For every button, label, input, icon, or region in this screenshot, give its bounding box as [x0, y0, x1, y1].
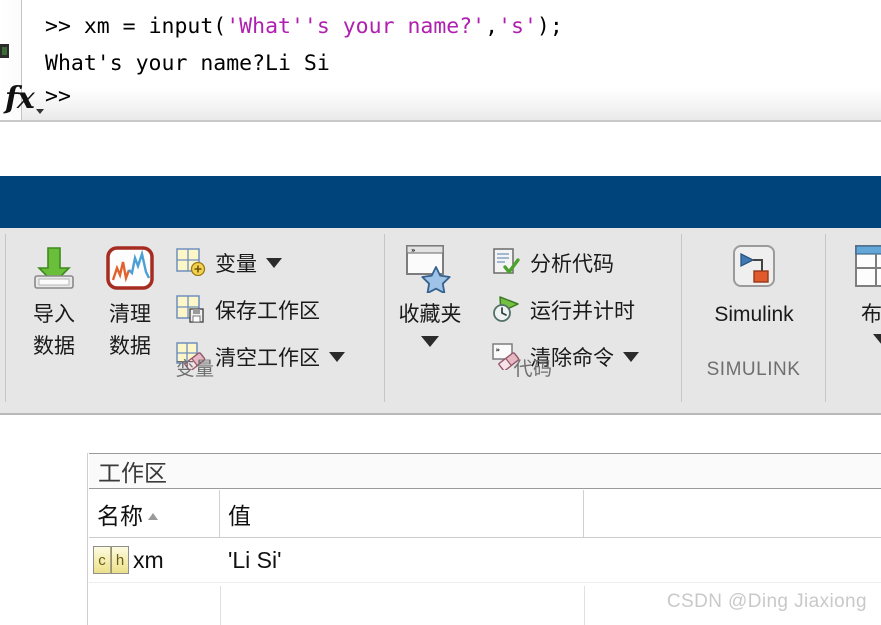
clean-data-button[interactable]: 清理 数据: [93, 238, 167, 362]
matlab-window: >> xm = input('What''s your name?','s');…: [0, 0, 881, 625]
chevron-down-icon[interactable]: [266, 258, 282, 268]
column-header-name[interactable]: 名称: [89, 490, 220, 538]
svg-text:»: »: [496, 346, 501, 354]
table-row[interactable]: c h xm 'Li Si': [89, 538, 881, 625]
favorites-icon: »: [393, 238, 467, 298]
ribbon-group-variable: 导入 数据 清理 数据 变量 保存工作区 清空工作区 变量: [6, 232, 384, 384]
analyze-code-item[interactable]: 分析代码: [491, 243, 614, 283]
save-workspace-item[interactable]: 保存工作区: [176, 290, 320, 330]
left-panel-body: [0, 453, 88, 625]
command-text-plain-1: xm = input(: [83, 14, 227, 39]
command-line-output: What's your name?Li Si: [45, 51, 330, 76]
variable-name-label: xm: [133, 546, 164, 573]
clean-data-icon: [93, 238, 167, 298]
gutter-marker-icon: [0, 44, 9, 58]
command-string-literal-1: 'What''s your name?': [226, 14, 486, 39]
watermark-text: CSDN @Ding Jiaxiong: [666, 591, 867, 612]
title-band: [0, 176, 881, 228]
layout-button[interactable]: 布局: [846, 238, 881, 345]
simulink-button[interactable]: Simulink: [704, 238, 804, 330]
cell-variable-value: 'Li Si': [228, 538, 584, 582]
command-text-plain-2: ,: [485, 14, 499, 39]
chevron-down-icon: [36, 109, 44, 114]
favorites-label: 收藏夹: [398, 303, 462, 326]
workspace-title-bar[interactable]: 工作区: [89, 453, 881, 489]
cell-variable-name: c h xm: [93, 538, 220, 582]
workspace-table-header-row: 名称 值: [89, 490, 881, 538]
variable-value-label: 'Li Si': [228, 546, 282, 573]
ribbon-group-label-simulink: SIMULINK: [706, 359, 801, 380]
workspace-area: 工作区 名称 值 c h xm 'Li Si' CSDN @Ding Jiaxi…: [0, 415, 881, 625]
command-window[interactable]: >> xm = input('What''s your name?','s');…: [0, 0, 881, 122]
ribbon-group-label-code: 代码: [513, 359, 553, 380]
layout-label: 布局: [861, 303, 881, 326]
ribbon-group-label-variable: 变量: [175, 359, 215, 380]
char-type-icon-h: h: [111, 546, 129, 574]
clean-data-label-line1: 清理: [109, 303, 151, 326]
favorites-button[interactable]: » 收藏夹: [393, 238, 467, 347]
row-divider-1: [220, 586, 221, 625]
table-row-underline: [89, 582, 881, 583]
new-variable-item[interactable]: 变量: [176, 243, 282, 283]
column-header-empty[interactable]: [584, 490, 881, 538]
command-input-prompt[interactable]: >>: [45, 84, 71, 109]
char-type-icon: c h: [93, 546, 129, 574]
svg-text:»: »: [411, 247, 416, 255]
command-prompt-symbol: >>: [45, 14, 84, 39]
ribbon-group-code: » 收藏夹 分析代码 运行并计时 » 清除命令 代码: [385, 232, 681, 384]
new-variable-label: 变量: [215, 253, 257, 276]
ribbon-group-simulink: Simulink SIMULINK: [682, 232, 825, 384]
workspace-title-label: 工作区: [98, 460, 167, 486]
save-workspace-icon: [176, 295, 208, 325]
column-header-name-label: 名称: [97, 503, 143, 529]
white-gap-region: [0, 122, 881, 176]
sort-ascending-icon: [148, 512, 158, 520]
run-and-time-item[interactable]: 运行并计时: [491, 290, 635, 330]
layout-icon: [846, 238, 881, 298]
chevron-down-icon[interactable]: [873, 334, 881, 345]
analyze-code-icon: [491, 248, 523, 278]
import-data-label-line1: 导入: [33, 303, 75, 326]
function-browser-button[interactable]: fx: [2, 82, 50, 120]
command-line-input: >> xm = input('What''s your name?','s');: [45, 8, 881, 45]
ribbon-toolbar: 导入 数据 清理 数据 变量 保存工作区 清空工作区 变量 » 收藏夹 分析代码…: [0, 228, 881, 415]
column-header-value[interactable]: 值: [220, 490, 584, 538]
command-window-output: >> xm = input('What''s your name?','s');…: [23, 0, 881, 122]
run-and-time-icon: [491, 295, 523, 325]
simulink-icon: [704, 238, 804, 298]
char-type-icon-c: c: [93, 546, 111, 574]
command-string-literal-2: 's': [498, 14, 537, 39]
column-header-value-label: 值: [228, 503, 251, 529]
import-data-button[interactable]: 导入 数据: [17, 238, 91, 362]
analyze-code-label: 分析代码: [530, 253, 614, 276]
row-divider-2: [584, 586, 585, 625]
save-workspace-label: 保存工作区: [215, 300, 320, 323]
run-and-time-label: 运行并计时: [530, 300, 635, 323]
new-variable-icon: [176, 248, 208, 278]
fx-icon: fx: [5, 81, 35, 116]
chevron-down-icon[interactable]: [421, 336, 439, 347]
simulink-label: Simulink: [714, 303, 794, 326]
command-text-plain-3: );: [536, 14, 563, 39]
import-data-icon: [17, 238, 91, 298]
ribbon-group-environment: 布局: [826, 232, 881, 384]
